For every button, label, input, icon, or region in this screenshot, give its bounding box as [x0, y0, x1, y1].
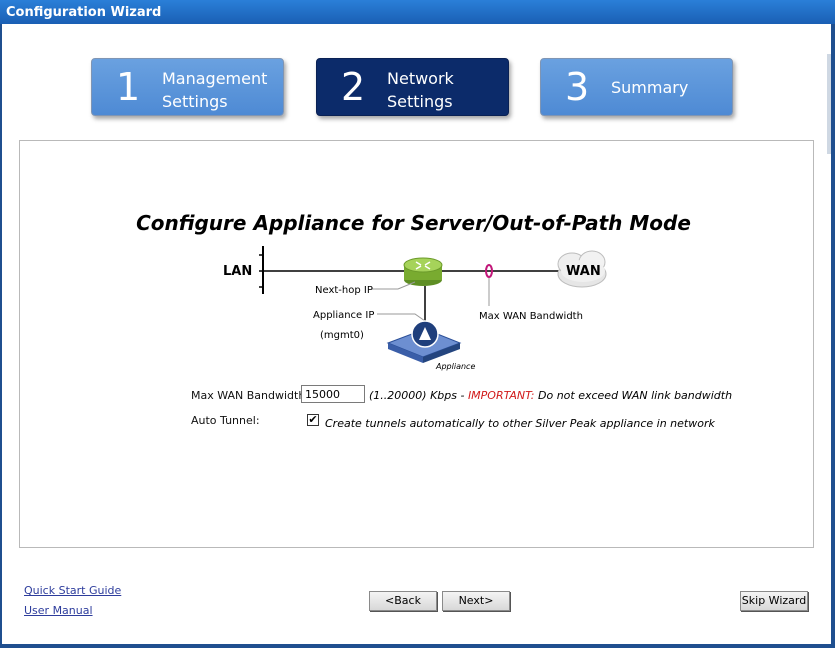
step-label: Management Settings: [162, 67, 282, 113]
bandwidth-hint: (1..20000) Kbps - IMPORTANT: Do not exce…: [369, 389, 732, 402]
next-hop-label: Next-hop IP: [315, 285, 373, 296]
back-button[interactable]: <Back: [369, 591, 437, 611]
checkmark-icon: ✔: [308, 413, 318, 426]
next-button[interactable]: Next>: [442, 591, 510, 611]
bandwidth-label: Max WAN Bandwidth:: [191, 389, 310, 402]
step-network-settings[interactable]: 2 Network Settings: [316, 58, 509, 116]
user-manual-link[interactable]: User Manual: [24, 604, 93, 617]
bandwidth-input[interactable]: [301, 385, 365, 403]
auto-tunnel-label: Auto Tunnel:: [191, 414, 260, 427]
settings-panel: Configure Appliance for Server/Out-of-Pa…: [19, 140, 814, 548]
auto-tunnel-checkbox[interactable]: ✔: [307, 414, 319, 426]
step-label-line2: Settings: [162, 92, 228, 111]
step-label: Network Settings: [387, 67, 507, 113]
step-summary[interactable]: 3 Summary: [540, 58, 733, 116]
step-number: 2: [341, 65, 366, 109]
step-label-line1: Network: [387, 69, 454, 88]
router-icon: [403, 257, 443, 286]
bandwidth-note: Do not exceed WAN link bandwidth: [534, 389, 733, 402]
bandwidth-range: (1..20000) Kbps -: [369, 389, 468, 402]
important-label: IMPORTANT:: [467, 389, 535, 402]
step-management-settings[interactable]: 1 Management Settings: [91, 58, 284, 116]
window-title: Configuration Wizard: [6, 5, 162, 20]
appliance-label: Appliance: [435, 362, 475, 371]
step-label: Summary: [611, 78, 689, 97]
lan-label: LAN: [223, 264, 252, 279]
step-number: 1: [116, 65, 141, 109]
step-label-line2: Settings: [387, 92, 453, 111]
wizard-window: 1 Management Settings 2 Network Settings…: [2, 24, 831, 644]
appliance-ip-label: Appliance IP: [313, 310, 374, 321]
wan-label: WAN: [566, 264, 601, 279]
step-label-line1: Management: [162, 69, 268, 88]
max-wan-diagram-label: Max WAN Bandwidth: [479, 311, 583, 322]
mgmt-label: (mgmt0): [320, 330, 364, 341]
scrollbar[interactable]: [827, 54, 831, 154]
auto-tunnel-description: Create tunnels automatically to other Si…: [325, 417, 715, 430]
skip-wizard-button[interactable]: Skip Wizard: [740, 591, 808, 611]
quick-start-guide-link[interactable]: Quick Start Guide: [24, 584, 121, 597]
network-diagram: LAN Next-hop IP Appliance IP (mgmt0) App…: [223, 246, 607, 371]
appliance-ip-callout: [377, 313, 426, 322]
step-number: 3: [565, 65, 590, 109]
appliance-icon: [386, 320, 462, 363]
title-bar: Configuration Wizard: [0, 0, 835, 24]
